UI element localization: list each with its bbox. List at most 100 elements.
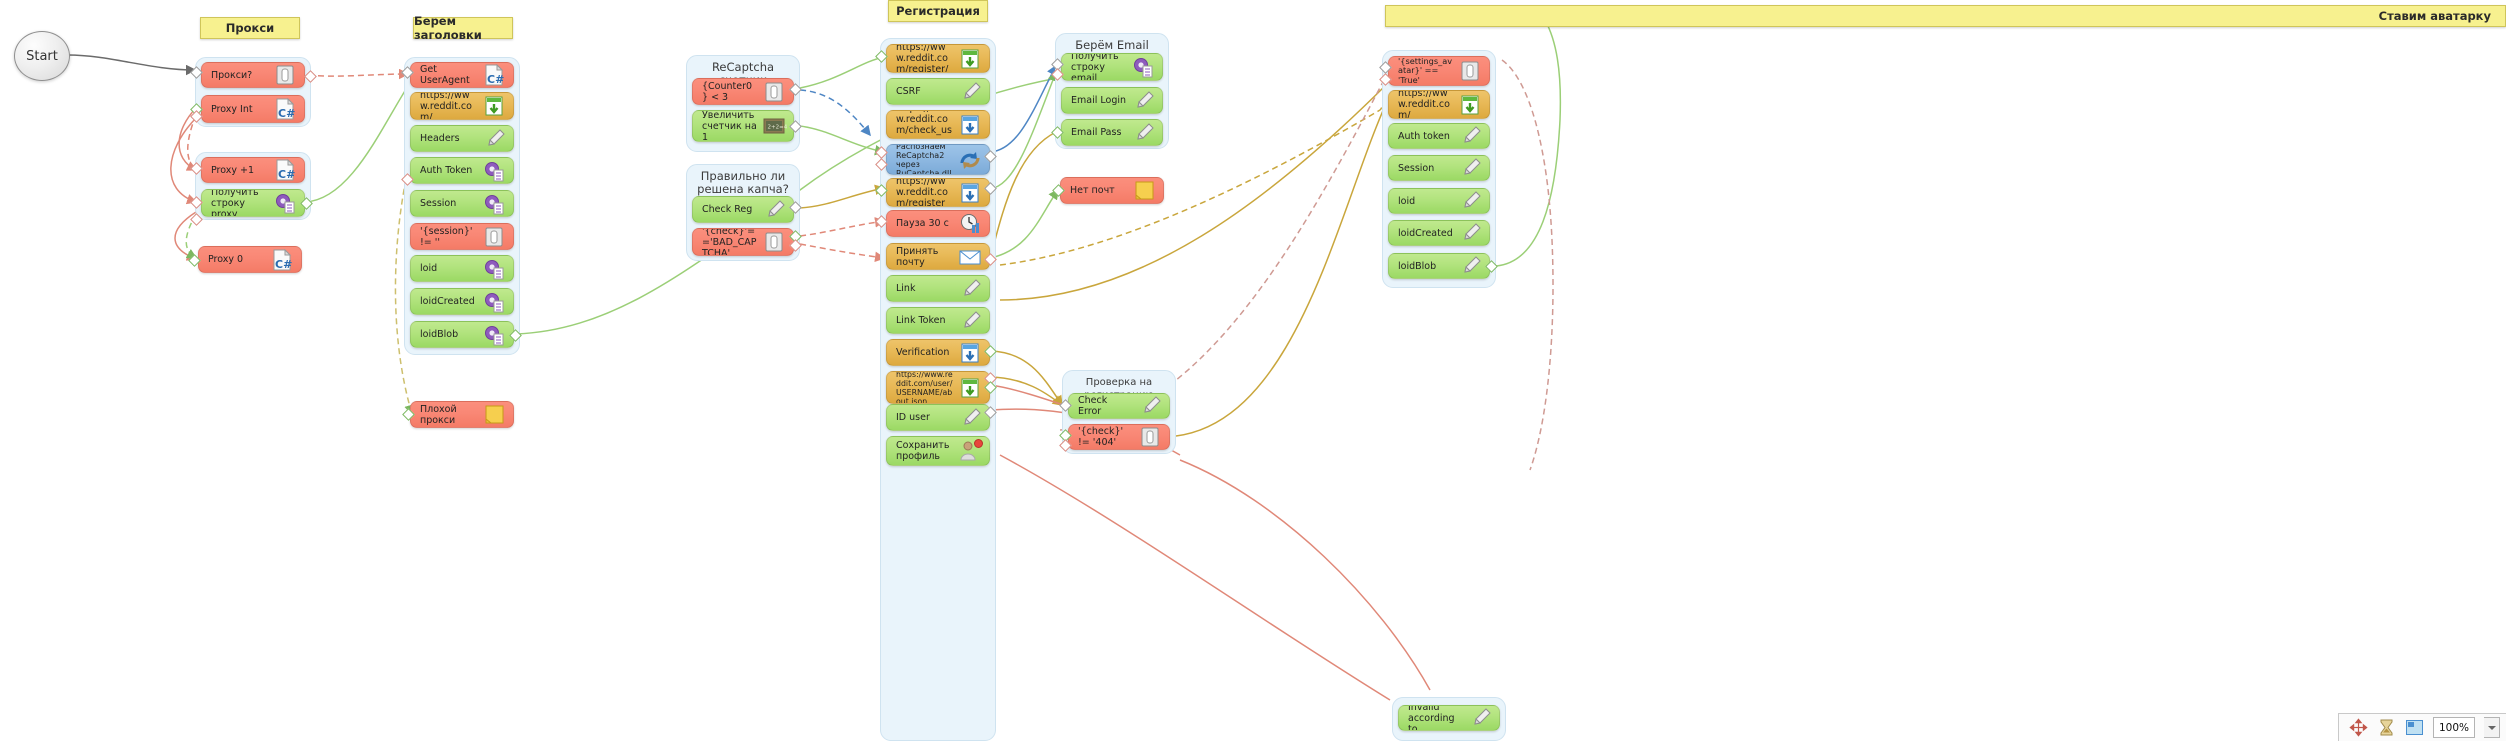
page-down-green-icon [1457, 93, 1483, 117]
node-session[interactable]: Session [410, 190, 514, 217]
pen-icon [957, 277, 983, 301]
node-label: Нет почт [1070, 185, 1115, 196]
node-loid-created[interactable]: loidCreated [410, 288, 514, 315]
node-avatar-auth-token[interactable]: Auth token [1388, 123, 1490, 149]
node-avatar-loid[interactable]: loid [1388, 188, 1490, 214]
node-settings-avatar-true[interactable]: '{settings_avatar}' == 'True' [1388, 56, 1490, 86]
node-verification[interactable]: Verification [886, 339, 990, 366]
section-banner-registration[interactable]: Регистрация [888, 0, 988, 22]
zoom-toolbar[interactable]: 100% [2337, 713, 2506, 741]
node-label: '{settings_avatar}' == 'True' [1398, 56, 1453, 85]
node-loid-blob[interactable]: loidBlob [410, 321, 514, 348]
node-url-reddit-home[interactable]: https://www.reddit.com/ [410, 92, 514, 120]
hourglass-icon[interactable] [2377, 718, 2396, 737]
node-no-mail[interactable]: Нет почт [1060, 177, 1164, 204]
node-invalid-according-to[interactable]: Invalid according to [1398, 705, 1500, 731]
zoom-level-value[interactable]: 100% [2432, 717, 2475, 738]
node-avatar-loid-created[interactable]: loidCreated [1388, 220, 1490, 246]
node-avatar-loid-blob[interactable]: loidBlob [1388, 253, 1490, 279]
node-label: loid [420, 263, 438, 274]
node-avatar-session[interactable]: Session [1388, 155, 1490, 181]
node-label: Распознаем ReCaptcha2 через RuCaptcha.dl… [896, 144, 952, 175]
switch-icon [481, 225, 507, 249]
node-proxy-plus-one[interactable]: Proxy +1 C# [201, 157, 305, 183]
node-label: https://www.reddit.com/register/ [896, 44, 949, 73]
node-avatar-url-reddit-home[interactable]: https://www.reddit.com/ [1388, 90, 1490, 119]
pen-icon [1457, 156, 1483, 180]
node-increment-counter[interactable]: Увеличить счетчик на 1 2+2=4 [692, 110, 794, 142]
page-down-green-icon [957, 47, 983, 71]
node-loid[interactable]: loid [410, 255, 514, 282]
switch-icon [761, 230, 787, 254]
node-bad-proxy[interactable]: Плохой прокси [410, 401, 514, 428]
node-label: Get UserAgent [420, 64, 470, 86]
node-label: Proxy +1 [211, 164, 255, 176]
node-check-reg[interactable]: Check Reg [692, 196, 794, 223]
pen-icon [957, 406, 983, 430]
node-label: Принять почту [896, 245, 939, 268]
node-label: https://www.reddit.com/ [420, 92, 472, 120]
node-save-profile[interactable]: Сохранить профиль [886, 436, 990, 466]
switch-icon [272, 63, 298, 87]
node-label: ID user [896, 412, 930, 423]
section-banner-proxy[interactable]: Прокси [200, 17, 300, 39]
node-pause-30s[interactable]: Пауза 30 с [886, 210, 990, 237]
gear-doc-icon [481, 192, 507, 216]
pen-icon [761, 198, 787, 222]
pen-icon [1137, 394, 1163, 418]
section-banner-avatar[interactable]: Ставим аватарку [1385, 5, 2506, 27]
node-get-proxy-string[interactable]: Получить строку proxy [201, 189, 305, 217]
node-url-user-about-json[interactable]: https://www.reddit.com/user/USERNAME/abo… [886, 371, 990, 404]
node-get-useragent[interactable]: Get UserAgent C# [410, 62, 514, 88]
node-proxy-check[interactable]: Прокси? [201, 62, 305, 88]
node-check-error[interactable]: Check Error [1068, 393, 1170, 419]
svg-text:C#: C# [278, 107, 295, 120]
chevron-down-icon[interactable] [2484, 717, 2500, 738]
csharp-icon: C# [269, 248, 295, 272]
node-link-token[interactable]: Link Token [886, 307, 990, 334]
node-url-register-slash[interactable]: https://www.reddit.com/register/ [886, 44, 990, 73]
fit-to-window-icon[interactable] [2405, 718, 2424, 737]
node-proxy-zero[interactable]: Proxy 0 C# [198, 246, 302, 273]
node-id-user[interactable]: ID user [886, 404, 990, 431]
node-headers[interactable]: Headers [410, 125, 514, 152]
node-label: '{check}' != '404' [1078, 426, 1124, 448]
node-proxy-int[interactable]: Proxy Int C# [201, 95, 305, 123]
node-receive-mail[interactable]: Принять почту [886, 243, 990, 270]
node-email-login[interactable]: Email Login [1061, 87, 1163, 114]
node-label: Check Reg [702, 204, 753, 215]
node-get-email-string[interactable]: Получить строку email [1061, 53, 1163, 81]
node-label: {Counter0} < 3 [702, 80, 753, 103]
section-banner-label: Прокси [225, 21, 275, 35]
csharp-icon: C# [272, 97, 298, 121]
gear-doc-icon [272, 191, 298, 215]
page-down-blue-icon [957, 341, 983, 365]
gear-doc-icon [481, 257, 507, 281]
node-bad-captcha-check[interactable]: '{check}'=='BAD_CAPTCHA' [692, 228, 794, 256]
node-session-not-empty[interactable]: '{session}' != '' [410, 223, 514, 250]
node-url-register[interactable]: https://www.reddit.com/register [886, 178, 990, 207]
csharp-icon: C# [481, 63, 507, 87]
node-counter-lt-3[interactable]: {Counter0} < 3 [692, 78, 794, 105]
node-email-pass[interactable]: Email Pass [1061, 119, 1163, 146]
start-node[interactable]: Start [14, 31, 70, 81]
node-auth-token[interactable]: Auth Token [410, 157, 514, 184]
pan-move-icon[interactable] [2349, 718, 2368, 737]
node-csrf[interactable]: CSRF [886, 78, 990, 105]
pen-icon [1130, 89, 1156, 113]
node-label: Прокси? [211, 69, 253, 81]
section-banner-label: Берем заголовки [414, 14, 482, 42]
blackboard-icon: 2+2=4 [761, 114, 788, 138]
pen-icon [1457, 254, 1483, 278]
node-label: Session [420, 198, 457, 209]
node-label: Auth Token [420, 165, 473, 176]
node-label: https://www.reddit.com/check_username [896, 111, 952, 138]
node-label: Email Pass [1071, 127, 1122, 138]
node-url-check-username[interactable]: https://www.reddit.com/check_username [886, 110, 990, 139]
node-check-not-404[interactable]: '{check}' != '404' [1068, 424, 1170, 450]
workflow-canvas[interactable]: Start Прокси Берем заголовки Регистрация… [0, 0, 2506, 741]
section-banner-headers[interactable]: Берем заголовки [413, 14, 513, 42]
node-link[interactable]: Link [886, 275, 990, 302]
node-label: Сохранить профиль [896, 440, 950, 462]
node-recaptcha-solver[interactable]: Распознаем ReCaptcha2 через RuCaptcha.dl… [886, 144, 990, 175]
